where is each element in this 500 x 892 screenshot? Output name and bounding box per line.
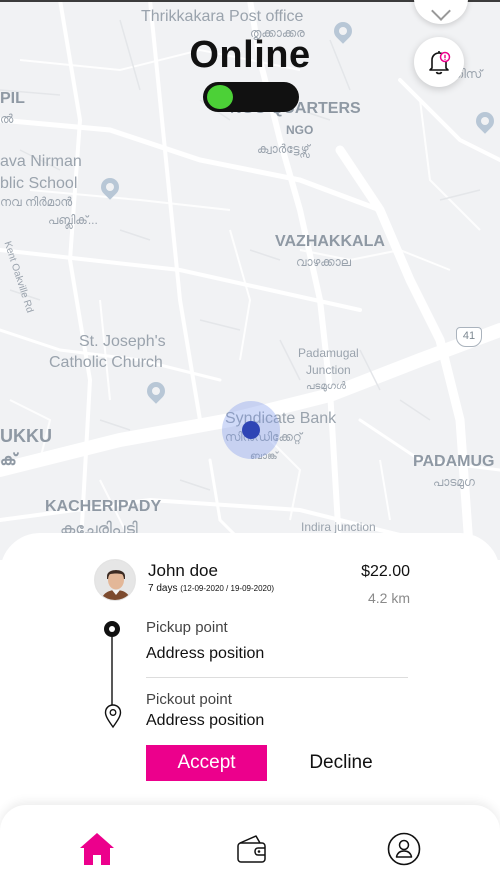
ride-days: 7 days <box>148 583 178 594</box>
map-label-padamugal-1: Padamugal <box>298 346 359 360</box>
ride-dates: (12-09-2020 / 19-09-2020) <box>180 584 275 593</box>
dropoff-label: Pickout point <box>146 691 232 708</box>
accept-button[interactable]: Accept <box>146 745 267 781</box>
map-label-vazhakkala: VAZHAKKALA <box>275 233 385 250</box>
map-label-kacheripady: KACHERIPADY <box>45 498 162 515</box>
map-label-padamugal-2: Junction <box>306 363 351 377</box>
map-label-padamugal-right-ml: പാടമുഗ <box>433 475 475 489</box>
map-label-ngo-ml: ക്വാർട്ടേഴ്സ് <box>257 142 310 156</box>
rider-name: John doe <box>148 561 218 580</box>
map-label-school-1: ava Nirman <box>0 153 82 170</box>
map-label-school-ml-1: നവ നിർമാൻ <box>0 195 73 209</box>
route-divider <box>146 677 408 678</box>
map-label-school-2: blic School <box>0 175 78 192</box>
map-label-ukku-ml: ക് <box>0 452 17 469</box>
map-label-vazhakkala-ml: വാഴക്കാല <box>296 255 351 269</box>
rider-avatar-icon <box>95 560 135 600</box>
current-location-dot <box>242 421 260 439</box>
map-label-church-2: Catholic Church <box>49 354 163 371</box>
online-toggle[interactable] <box>203 82 299 112</box>
ride-distance: 4.2 km <box>367 590 410 606</box>
pickup-address: Address position <box>146 645 265 662</box>
dropoff-address: Address position <box>146 712 265 729</box>
highway-shield: 41 <box>456 327 482 347</box>
toggle-knob <box>207 85 233 109</box>
map-label-ukku: UKKU <box>0 426 52 446</box>
dropoff-pin-icon <box>104 704 122 729</box>
ride-duration: 7 days (12-09-2020 / 19-09-2020) <box>148 583 274 594</box>
map-label-thrikkakara: Thrikkakara Post office <box>141 8 304 25</box>
map-label-padamugal-ml: പടമുഗൾ <box>306 381 346 392</box>
rider-avatar <box>94 559 136 601</box>
user-icon <box>387 832 421 866</box>
wallet-icon <box>237 835 266 863</box>
map-label-padamugal-right: PADAMUG <box>413 453 495 470</box>
nav-profile[interactable] <box>384 828 424 870</box>
map-label-ngo: NGO <box>286 123 314 137</box>
nav-wallet[interactable] <box>232 828 272 870</box>
nav-home[interactable] <box>77 828 117 870</box>
bell-icon <box>429 51 451 75</box>
map-label-pil: PIL <box>0 90 25 107</box>
map-label-pil-ml: ൽ <box>0 112 14 126</box>
ride-fare: $22.00 <box>361 563 410 580</box>
home-icon <box>80 833 114 865</box>
map-label-school-ml-2: പബ്ലിക്... <box>48 213 98 227</box>
pickup-label: Pickup point <box>146 619 228 636</box>
decline-button[interactable]: Decline <box>292 745 390 781</box>
notifications-button[interactable] <box>414 37 464 87</box>
map-label-church-1: St. Joseph's <box>79 333 166 350</box>
